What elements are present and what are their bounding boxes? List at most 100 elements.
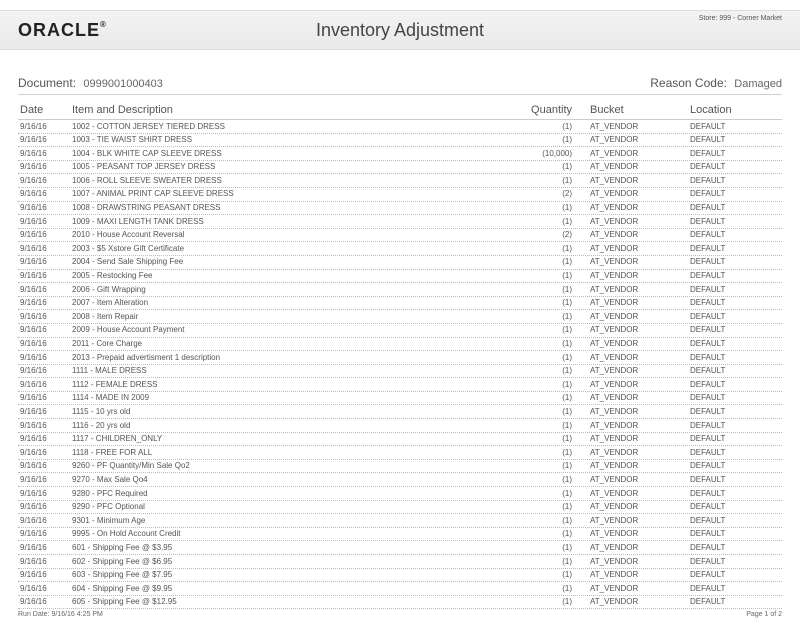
cell-bucket: AT_VENDOR <box>582 461 682 471</box>
cell-date: 9/16/16 <box>18 434 72 444</box>
table-row: 9/16/161111 - MALE DRESS(1)AT_VENDORDEFA… <box>18 365 782 379</box>
reason-code-value: Damaged <box>734 78 782 90</box>
cell-date: 9/16/16 <box>18 298 72 308</box>
cell-item: 1114 - MADE IN 2009 <box>72 393 522 403</box>
cell-bucket: AT_VENDOR <box>582 285 682 295</box>
cell-qty: (2) <box>522 230 582 240</box>
cell-bucket: AT_VENDOR <box>582 325 682 335</box>
cell-loc: DEFAULT <box>682 217 782 227</box>
cell-loc: DEFAULT <box>682 489 782 499</box>
cell-item: 1118 - FREE FOR ALL <box>72 448 522 458</box>
cell-loc: DEFAULT <box>682 339 782 349</box>
cell-item: 2013 - Prepaid advertisment 1 descriptio… <box>72 353 522 363</box>
cell-qty: (1) <box>522 217 582 227</box>
cell-date: 9/16/16 <box>18 244 72 254</box>
table-row: 9/16/161004 - BLK WHITE CAP SLEEVE DRESS… <box>18 147 782 161</box>
table-row: 9/16/169260 - PF Quantity/Min Sale Qo2(1… <box>18 460 782 474</box>
cell-loc: DEFAULT <box>682 584 782 594</box>
cell-date: 9/16/16 <box>18 570 72 580</box>
cell-qty: (1) <box>522 176 582 186</box>
cell-qty: (1) <box>522 353 582 363</box>
cell-item: 601 - Shipping Fee @ $3.95 <box>72 543 522 553</box>
table-row: 9/16/162008 - Item Repair(1)AT_VENDORDEF… <box>18 310 782 324</box>
cell-bucket: AT_VENDOR <box>582 271 682 281</box>
cell-item: 9270 - Max Sale Qo4 <box>72 475 522 485</box>
cell-item: 2004 - Send Sale Shipping Fee <box>72 257 522 267</box>
table-row: 9/16/162011 - Core Charge(1)AT_VENDORDEF… <box>18 338 782 352</box>
cell-qty: (1) <box>522 393 582 403</box>
table-row: 9/16/161005 - PEASANT TOP JERSEY DRESS(1… <box>18 161 782 175</box>
cell-bucket: AT_VENDOR <box>582 407 682 417</box>
cell-bucket: AT_VENDOR <box>582 529 682 539</box>
cell-qty: (1) <box>522 597 582 607</box>
cell-bucket: AT_VENDOR <box>582 339 682 349</box>
cell-date: 9/16/16 <box>18 380 72 390</box>
cell-item: 1111 - MALE DRESS <box>72 366 522 376</box>
cell-qty: (1) <box>522 312 582 322</box>
cell-loc: DEFAULT <box>682 366 782 376</box>
cell-date: 9/16/16 <box>18 366 72 376</box>
cell-date: 9/16/16 <box>18 230 72 240</box>
cell-bucket: AT_VENDOR <box>582 557 682 567</box>
cell-date: 9/16/16 <box>18 448 72 458</box>
table-row: 9/16/162004 - Send Sale Shipping Fee(1)A… <box>18 256 782 270</box>
cell-date: 9/16/16 <box>18 203 72 213</box>
table-row: 9/16/16602 - Shipping Fee @ $6.95(1)AT_V… <box>18 555 782 569</box>
cell-bucket: AT_VENDOR <box>582 312 682 322</box>
footer: Run Date: 9/16/16 4:25 PM Page 1 of 2 <box>18 611 782 618</box>
cell-loc: DEFAULT <box>682 597 782 607</box>
cell-loc: DEFAULT <box>682 149 782 159</box>
cell-qty: (1) <box>522 203 582 213</box>
cell-loc: DEFAULT <box>682 461 782 471</box>
cell-bucket: AT_VENDOR <box>582 149 682 159</box>
document-info-row: Document: 0999001000403 Reason Code: Dam… <box>18 70 782 95</box>
cell-date: 9/16/16 <box>18 353 72 363</box>
cell-item: 2007 - Item Alteration <box>72 298 522 308</box>
cell-qty: (1) <box>522 421 582 431</box>
col-qty: Quantity <box>522 104 582 116</box>
cell-loc: DEFAULT <box>682 203 782 213</box>
cell-item: 1112 - FEMALE DRESS <box>72 380 522 390</box>
table-row: 9/16/169280 - PFC Required(1)AT_VENDORDE… <box>18 487 782 501</box>
cell-loc: DEFAULT <box>682 421 782 431</box>
cell-loc: DEFAULT <box>682 122 782 132</box>
cell-qty: (1) <box>522 557 582 567</box>
cell-item: 1009 - MAXI LENGTH TANK DRESS <box>72 217 522 227</box>
cell-loc: DEFAULT <box>682 135 782 145</box>
table-row: 9/16/162006 - Gift Wrapping(1)AT_VENDORD… <box>18 283 782 297</box>
cell-loc: DEFAULT <box>682 325 782 335</box>
cell-bucket: AT_VENDOR <box>582 176 682 186</box>
cell-item: 2011 - Core Charge <box>72 339 522 349</box>
oracle-logo: ORACLE® <box>18 20 107 41</box>
table-row: 9/16/162003 - $5 Xstore Gift Certificate… <box>18 242 782 256</box>
cell-item: 1004 - BLK WHITE CAP SLEEVE DRESS <box>72 149 522 159</box>
cell-item: 1003 - TIE WAIST SHIRT DRESS <box>72 135 522 145</box>
table-row: 9/16/161003 - TIE WAIST SHIRT DRESS(1)AT… <box>18 134 782 148</box>
cell-item: 1115 - 10 yrs old <box>72 407 522 417</box>
cell-item: 1117 - CHILDREN_ONLY <box>72 434 522 444</box>
cell-item: 9280 - PFC Required <box>72 489 522 499</box>
cell-loc: DEFAULT <box>682 393 782 403</box>
cell-qty: (1) <box>522 502 582 512</box>
cell-item: 1008 - DRAWSTRING PEASANT DRESS <box>72 203 522 213</box>
cell-date: 9/16/16 <box>18 543 72 553</box>
table-row: 9/16/169995 - On Hold Account Credit(1)A… <box>18 528 782 542</box>
cell-qty: (1) <box>522 257 582 267</box>
cell-item: 9290 - PFC Optional <box>72 502 522 512</box>
cell-qty: (1) <box>522 529 582 539</box>
table-row: 9/16/161002 - COTTON JERSEY TIERED DRESS… <box>18 120 782 134</box>
cell-date: 9/16/16 <box>18 176 72 186</box>
cell-item: 2010 - House Account Reversal <box>72 230 522 240</box>
cell-bucket: AT_VENDOR <box>582 244 682 254</box>
cell-qty: (1) <box>522 584 582 594</box>
cell-loc: DEFAULT <box>682 448 782 458</box>
cell-date: 9/16/16 <box>18 516 72 526</box>
table-row: 9/16/162010 - House Account Reversal(2)A… <box>18 229 782 243</box>
cell-item: 9995 - On Hold Account Credit <box>72 529 522 539</box>
cell-date: 9/16/16 <box>18 149 72 159</box>
cell-bucket: AT_VENDOR <box>582 135 682 145</box>
cell-date: 9/16/16 <box>18 461 72 471</box>
page-number: Page 1 of 2 <box>746 611 782 618</box>
cell-qty: (1) <box>522 380 582 390</box>
cell-loc: DEFAULT <box>682 543 782 553</box>
